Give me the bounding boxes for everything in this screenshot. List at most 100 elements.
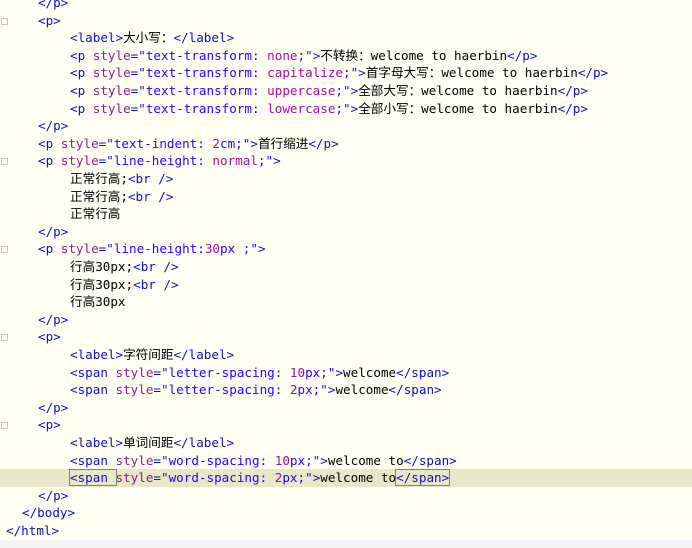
code-token: 首字母大写：welcome to haerbin <box>365 65 578 81</box>
code-token: 正常行高; <box>70 171 128 186</box>
code-line-content: <p style="line-height: normal;"> <box>38 152 281 170</box>
code-line-content: </html> <box>6 522 59 540</box>
code-token: <p <box>70 100 93 116</box>
code-line[interactable]: 正常行高 <box>0 205 692 223</box>
code-line-content: <label>单词间距</label> <box>70 434 234 452</box>
code-line-content: </p> <box>38 0 68 12</box>
code-token: "letter-spacing: <box>161 382 290 398</box>
code-line[interactable]: </html> <box>0 522 692 540</box>
code-token: </span> <box>388 382 442 398</box>
code-token: 全部小写：welcome to haerbin <box>358 100 558 116</box>
code-line[interactable]: </p> <box>0 117 692 135</box>
code-line[interactable]: 行高30px <box>0 293 692 311</box>
code-line[interactable]: <span style="letter-spacing: 2px;">welco… <box>0 381 692 399</box>
code-token: style <box>60 153 99 169</box>
code-token: </p> <box>507 47 538 63</box>
code-line[interactable]: <label>大小写：</label> <box>0 29 692 47</box>
code-token: <p> <box>38 417 61 433</box>
code-token: 正常行高 <box>70 206 121 222</box>
code-line-content: <label>字符间距</label> <box>70 346 234 364</box>
code-line-content: <p style="text-indent: 2cm;">首行缩进</p> <box>38 135 339 153</box>
code-token: <p <box>70 65 93 81</box>
code-token: ;" <box>257 153 274 169</box>
code-token: = <box>153 364 162 380</box>
code-line[interactable]: <p> <box>0 12 692 30</box>
code-token: </p> <box>577 65 609 81</box>
code-line[interactable]: 正常行高;<br /> <box>0 188 692 206</box>
code-line-content: <p style="text-transform: lowercase;">全部… <box>70 100 588 118</box>
code-line[interactable]: </body> <box>0 504 692 522</box>
code-line[interactable]: 正常行高;<br /> <box>0 170 692 188</box>
code-token: "text-transform: <box>138 83 268 98</box>
code-line[interactable]: <p> <box>0 328 692 346</box>
code-line-content: </p> <box>38 223 68 241</box>
code-line-content: <span style="word-spacing: 2px;">welcome… <box>69 469 451 487</box>
code-token: 字符间距 <box>123 347 174 362</box>
code-token: </p> <box>557 100 588 116</box>
code-line[interactable]: 行高30px;<br /> <box>0 258 692 276</box>
code-token: <p> <box>38 12 61 28</box>
code-token: style <box>92 47 131 63</box>
code-line[interactable]: <p style="text-transform: lowercase;">全部… <box>0 100 692 118</box>
code-line-content: <p> <box>38 328 61 346</box>
code-token: ;" <box>343 65 359 81</box>
code-line-content: 行高30px <box>70 293 126 311</box>
code-line-content: 行高30px;<br /> <box>70 258 179 276</box>
code-line[interactable]: <label>单词间距</label> <box>0 434 692 452</box>
code-token: </label> <box>173 347 235 362</box>
code-token: > <box>320 452 328 468</box>
code-line[interactable]: <p style="text-indent: 2cm;">首行缩进</p> <box>0 135 692 153</box>
code-token: style <box>60 135 99 151</box>
code-line-content: 行高30px;<br /> <box>70 276 179 294</box>
code-token: <p <box>38 135 61 151</box>
code-token: </p> <box>38 223 69 239</box>
code-line-content: <label>大小写：</label> <box>70 29 234 47</box>
code-token: <label> <box>70 30 124 46</box>
code-line[interactable]: <span style="word-spacing: 10px;">welcom… <box>0 452 692 470</box>
code-line[interactable]: </p> <box>0 223 692 241</box>
code-token: style <box>92 65 131 81</box>
code-token: style <box>92 83 131 98</box>
code-token: "text-transform: <box>138 47 268 63</box>
code-line[interactable]: <p style="text-transform: uppercase;">全部… <box>0 82 692 100</box>
code-editor[interactable]: </p> <p> <label>大小写：</label> <p style="text… <box>0 0 692 548</box>
code-line-content: </body> <box>22 504 75 522</box>
code-token: "word-spacing: <box>161 470 275 486</box>
code-line[interactable]: <label>字符间距</label> <box>0 346 692 364</box>
code-line[interactable]: </p> <box>0 311 692 329</box>
code-token: <p <box>70 47 93 63</box>
code-token: px;" <box>297 382 328 398</box>
code-line[interactable]: 行高30px;<br /> <box>0 276 692 294</box>
code-line[interactable]: </p> <box>0 399 692 417</box>
code-token: </body> <box>22 505 76 521</box>
code-line-content: <span style="letter-spacing: 2px;">welco… <box>70 381 442 399</box>
code-line[interactable]: <span style="word-spacing: 2px;">welcome… <box>0 469 692 487</box>
code-token: <br /> <box>127 188 174 204</box>
code-token: "text-transform: <box>138 65 268 81</box>
code-token: normal <box>212 153 258 169</box>
code-line[interactable]: </p> <box>0 487 692 505</box>
code-token: > <box>250 135 258 151</box>
code-token: </html> <box>6 523 60 538</box>
code-token: <p <box>38 153 61 169</box>
code-token: style <box>115 364 154 380</box>
code-token: lowercase <box>267 100 336 116</box>
code-line[interactable]: <p style="line-height: normal;"> <box>0 152 692 170</box>
code-line[interactable]: <p style="line-height:30px ;"> <box>0 240 692 258</box>
code-token: </p> <box>308 135 339 151</box>
code-token: <span <box>70 382 116 398</box>
code-line[interactable]: </p> <box>0 0 692 12</box>
code-token: style <box>60 241 99 257</box>
code-token: > <box>358 65 366 81</box>
code-token: </p> <box>38 487 69 503</box>
code-line[interactable]: <p style="text-transform: none;">不转换：wel… <box>0 47 692 65</box>
code-token: 不转换：welcome to haerbin <box>320 47 508 63</box>
code-line[interactable]: <p style="text-transform: capitalize;">首… <box>0 64 692 82</box>
code-token: welcome <box>343 364 397 380</box>
code-line[interactable]: <span style="letter-spacing: 10px;">welc… <box>0 364 692 382</box>
code-token: px ;" <box>220 241 258 257</box>
horizontal-scrollbar[interactable] <box>0 540 692 548</box>
code-token: style <box>115 470 154 486</box>
code-line[interactable]: <p> <box>0 416 692 434</box>
code-line-content: 正常行高;<br /> <box>70 170 173 188</box>
